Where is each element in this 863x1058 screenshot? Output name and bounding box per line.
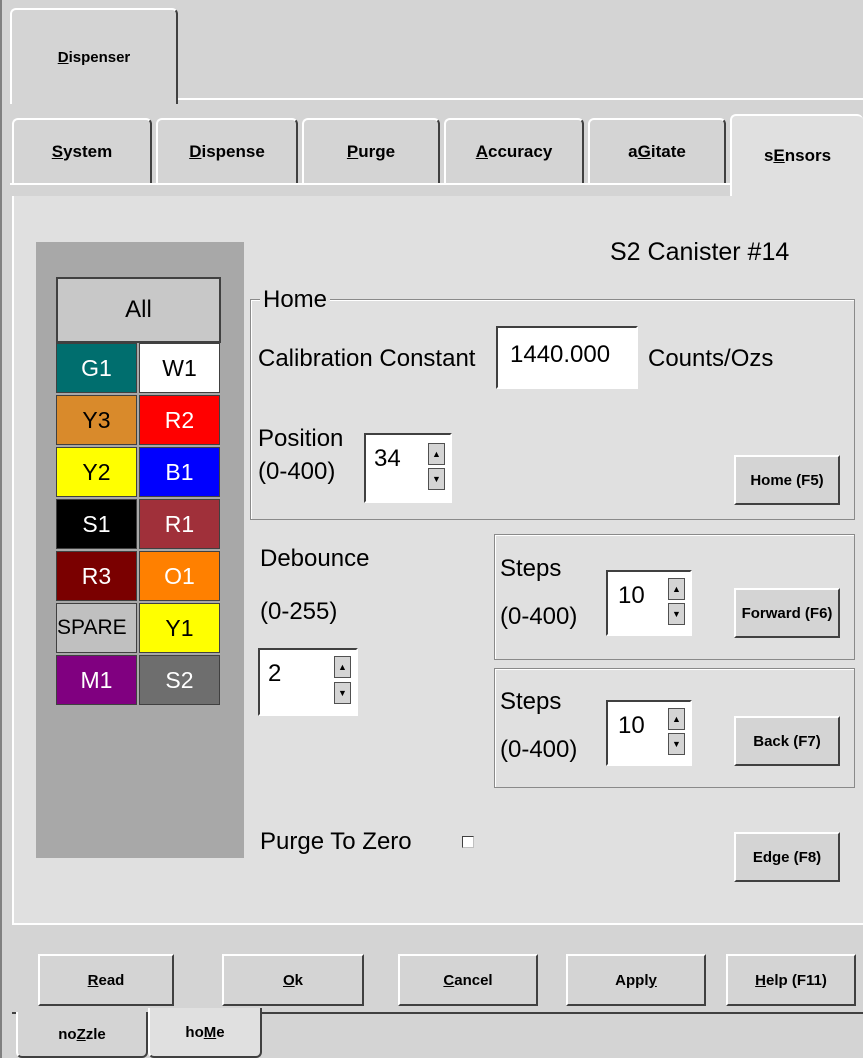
canister-cell-g1[interactable]: G1	[56, 343, 137, 393]
forward-steps-label: Steps	[500, 555, 562, 582]
calibration-label: Calibration Constant	[258, 345, 476, 372]
debounce-spin-down-icon[interactable]: ▼	[334, 682, 351, 704]
position-label: Position	[258, 425, 344, 452]
back-spin-down-icon[interactable]: ▼	[668, 733, 685, 755]
position-range: (0-400)	[258, 458, 336, 485]
forward-spin-down-icon[interactable]: ▼	[668, 603, 685, 625]
back-button[interactable]: Back (F7)	[734, 716, 840, 766]
back-spin-up-icon[interactable]: ▲	[668, 708, 685, 730]
debounce-value: 2	[268, 660, 282, 687]
tab-sensors[interactable]: sEnsors	[730, 114, 863, 196]
calibration-value: 1440.000	[510, 341, 611, 368]
back-steps-label: Steps	[500, 688, 562, 715]
position-value: 34	[374, 445, 401, 472]
canister-cell-b1[interactable]: B1	[139, 447, 220, 497]
debounce-label: Debounce	[260, 545, 370, 572]
position-spin-down-icon[interactable]: ▼	[428, 468, 445, 490]
debounce-range: (0-255)	[260, 598, 338, 625]
forward-steps-value: 10	[618, 582, 645, 609]
home-button[interactable]: Home (F5)	[734, 455, 840, 505]
cancel-button[interactable]: Cancel	[398, 954, 538, 1006]
tab-accuracy[interactable]: Accuracy	[444, 118, 584, 183]
tab-dispenser[interactable]: Dispenser	[10, 8, 178, 104]
tab-system[interactable]: System	[12, 118, 152, 183]
purge-to-zero-checkbox[interactable]	[462, 836, 474, 848]
canister-cell-y2[interactable]: Y2	[56, 447, 137, 497]
back-steps-range: (0-400)	[500, 736, 578, 763]
debounce-spin-up-icon[interactable]: ▲	[334, 656, 351, 678]
tab-agitate[interactable]: aGitate	[588, 118, 726, 183]
edge-button[interactable]: Edge (F8)	[734, 832, 840, 882]
forward-steps-range: (0-400)	[500, 603, 578, 630]
dispenser-window: Dispenser System Dispense Purge Accuracy…	[0, 0, 863, 1058]
position-spin-up-icon[interactable]: ▲	[428, 443, 445, 465]
canister-cell-y3[interactable]: Y3	[56, 395, 137, 445]
window-left-border	[0, 0, 12, 1058]
canister-cell-s2[interactable]: S2	[139, 655, 220, 705]
forward-spin-up-icon[interactable]: ▲	[668, 578, 685, 600]
canister-cell-w1[interactable]: W1	[139, 343, 220, 393]
tab-purge[interactable]: Purge	[302, 118, 440, 183]
canister-cell-r3[interactable]: R3	[56, 551, 137, 601]
tab-nozzle[interactable]: noZzle	[16, 1012, 148, 1058]
read-button[interactable]: Read	[38, 954, 174, 1006]
calibration-units: Counts/Ozs	[648, 345, 774, 372]
ok-button[interactable]: Ok	[222, 954, 364, 1006]
canister-cell-r1[interactable]: R1	[139, 499, 220, 549]
canister-cell-spare[interactable]: SPARE	[56, 603, 137, 653]
canister-all-button[interactable]: All	[56, 277, 221, 343]
canister-cell-y1[interactable]: Y1	[139, 603, 220, 653]
tab-home[interactable]: hoMe	[148, 1008, 262, 1058]
canister-cell-r2[interactable]: R2	[139, 395, 220, 445]
home-group-label: Home	[260, 286, 331, 314]
canister-cell-s1[interactable]: S1	[56, 499, 137, 549]
tab-dispense[interactable]: Dispense	[156, 118, 298, 183]
canister-cell-o1[interactable]: O1	[139, 551, 220, 601]
canister-title: S2 Canister #14	[610, 238, 790, 266]
forward-button[interactable]: Forward (F6)	[734, 588, 840, 638]
purge-to-zero-label: Purge To Zero	[260, 828, 412, 855]
calibration-input[interactable]: 1440.000	[496, 326, 638, 389]
help-button[interactable]: Help (F11)	[726, 954, 856, 1006]
back-steps-value: 10	[618, 712, 645, 739]
canister-cell-m1[interactable]: M1	[56, 655, 137, 705]
apply-button[interactable]: Apply	[566, 954, 706, 1006]
